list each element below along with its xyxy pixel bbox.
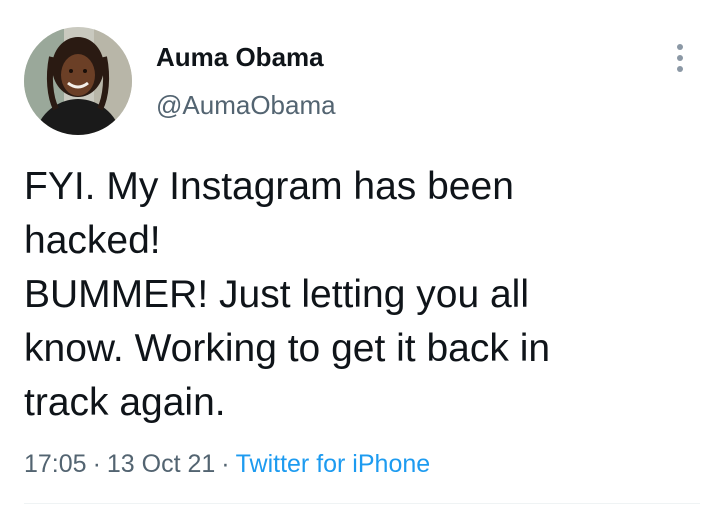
author-handle[interactable]: @AumaObama <box>156 88 336 122</box>
tweet-text-line: hacked! <box>24 219 161 262</box>
divider <box>24 503 700 504</box>
tweet-text-line: FYI. My Instagram has been <box>24 165 514 208</box>
meta-separator: · <box>221 450 230 478</box>
tweet-time[interactable]: 17:05 <box>24 450 87 478</box>
tweet-card: Auma Obama @AumaObama FYI. My Instagram … <box>0 0 720 506</box>
tweet-text-line: know. Working to get it back in <box>24 327 551 370</box>
tweet-text-line: track again. <box>24 381 226 424</box>
profile-photo-image <box>24 27 132 135</box>
avatar[interactable] <box>24 27 132 135</box>
tweet-text: FYI. My Instagram has been hacked! BUMME… <box>24 160 704 430</box>
more-options-button[interactable] <box>664 40 696 76</box>
tweet-date[interactable]: 13 Oct 21 <box>107 450 215 478</box>
tweet-source-link[interactable]: Twitter for iPhone <box>236 450 431 478</box>
tweet-metadata: 17:05 · 13 Oct 21 · Twitter for iPhone <box>24 446 430 482</box>
meta-separator: · <box>92 450 101 478</box>
tweet-text-line: BUMMER! Just letting you all <box>24 273 530 316</box>
author-display-name[interactable]: Auma Obama <box>156 40 324 74</box>
